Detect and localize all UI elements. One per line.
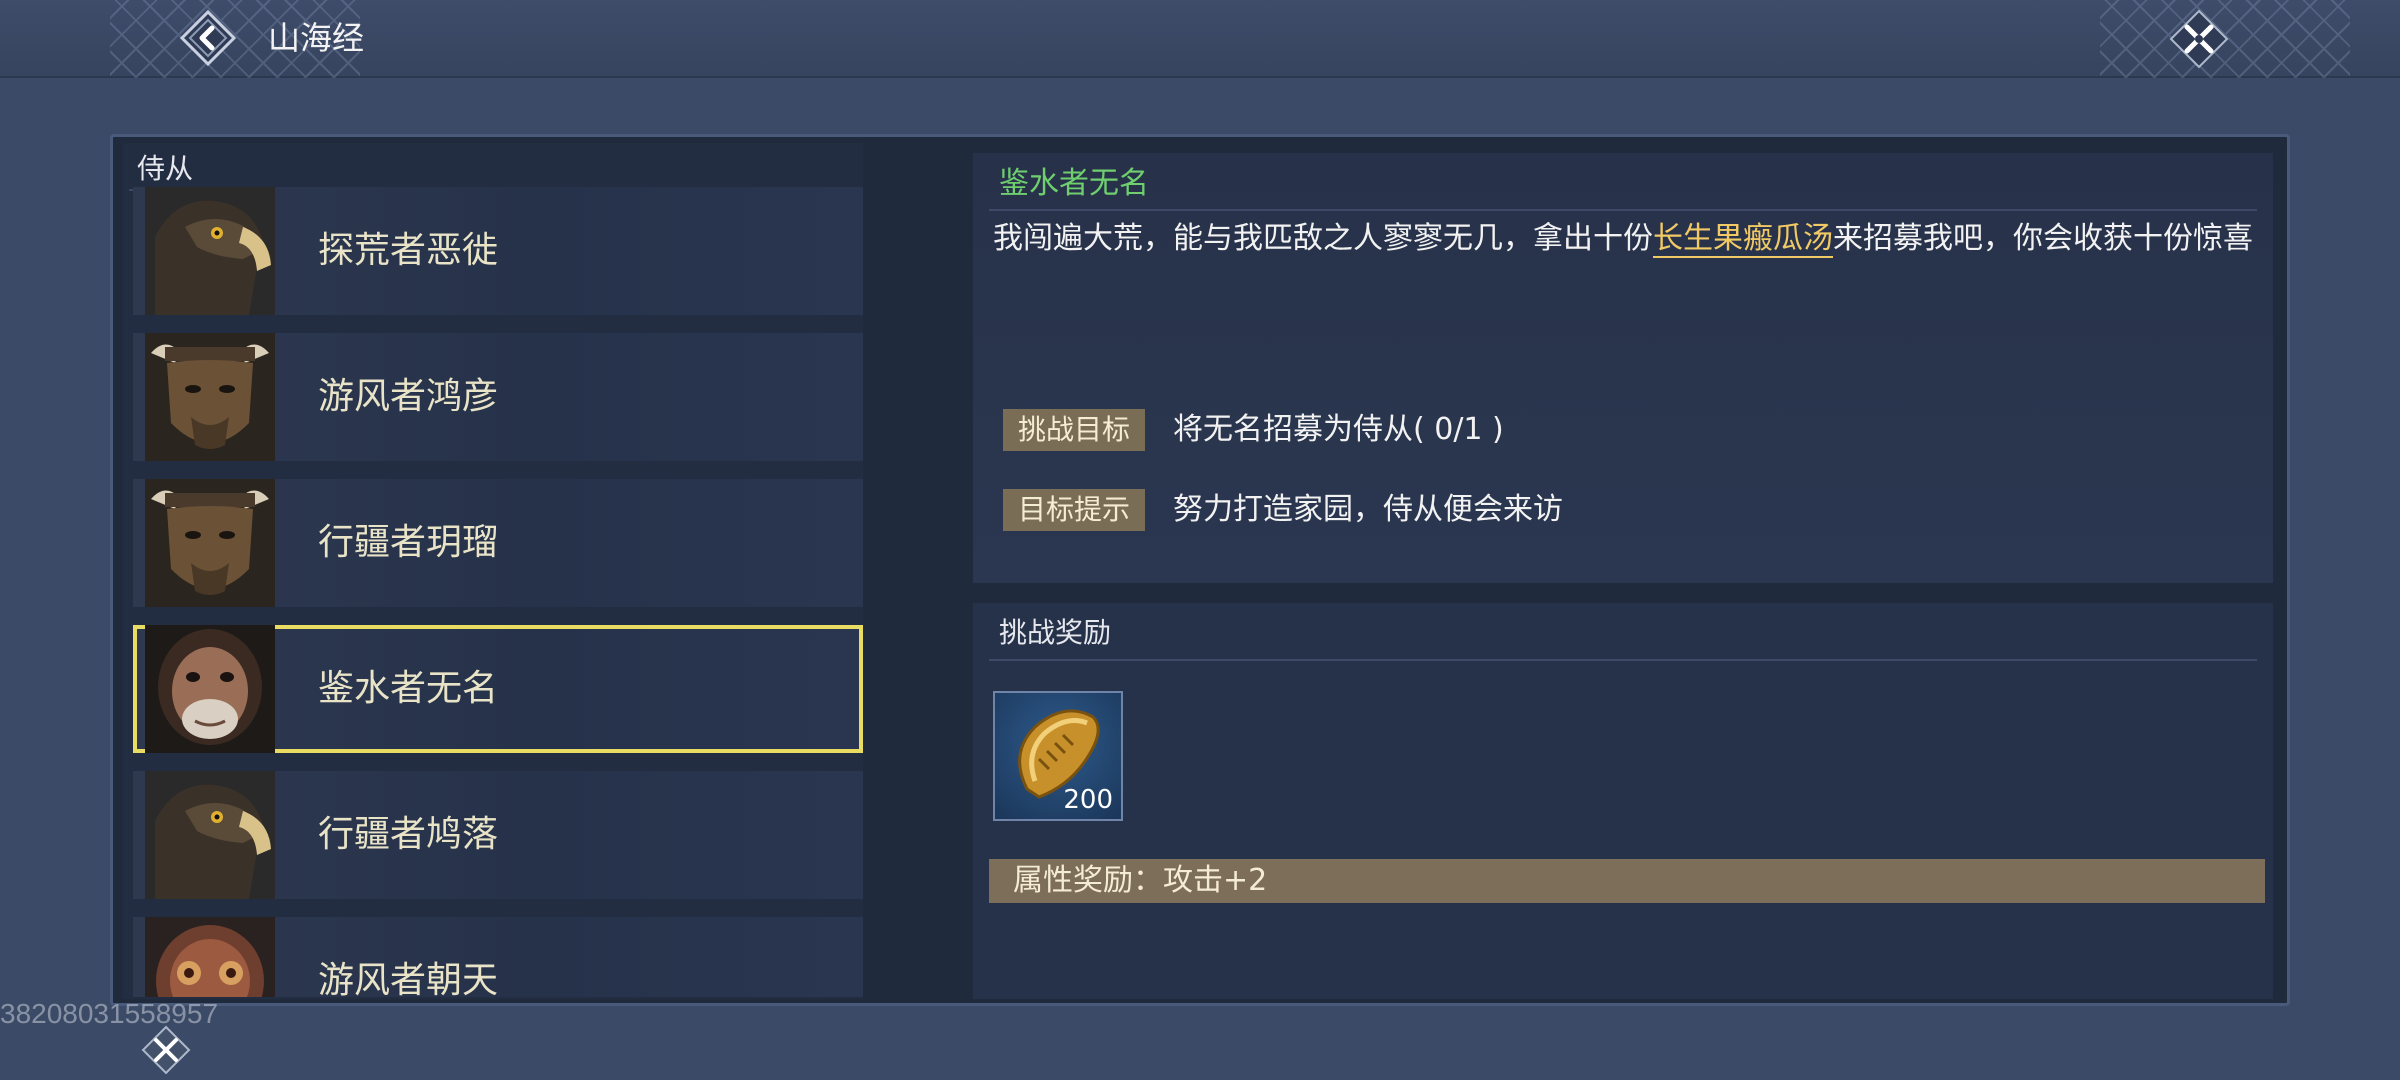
reward-title: 挑战奖励 xyxy=(999,616,1112,649)
attribute-reward-text: 属性奖励：攻击+2 xyxy=(1013,863,1268,898)
main-panel: 侍从 探荒者恶徙 游风者鸿彦 行疆者玥瑠 鉴水者无名 行疆者鸠落 游风者朝天 鉴… xyxy=(110,134,2290,1006)
minotaur-portrait-icon xyxy=(145,479,275,607)
highlighted-item-link[interactable]: 长生果瘢瓜汤 xyxy=(1653,221,1833,258)
followers-header: 侍从 xyxy=(137,152,194,185)
beetle-portrait-icon xyxy=(145,917,275,997)
reward-panel: 挑战奖励 200 属性奖励：攻击+2 xyxy=(973,603,2273,999)
list-item-selected[interactable]: 鉴水者无名 xyxy=(133,625,863,753)
followers-list[interactable]: 探荒者恶徙 游风者鸿彦 行疆者玥瑠 鉴水者无名 行疆者鸠落 游风者朝天 xyxy=(133,187,863,997)
back-arrow-icon xyxy=(179,9,237,67)
divider xyxy=(989,209,2257,211)
list-item[interactable]: 行疆者鸠落 xyxy=(133,771,863,899)
eagle-portrait-icon xyxy=(145,187,275,315)
follower-name: 探荒者恶徙 xyxy=(318,230,499,271)
challenge-goal-tag: 挑战目标 xyxy=(1003,409,1145,451)
reward-item-slot[interactable]: 200 xyxy=(993,691,1123,821)
goal-hint-tag: 目标提示 xyxy=(1003,489,1145,531)
follower-name: 游风者朝天 xyxy=(318,960,499,997)
list-item[interactable]: 游风者朝天 xyxy=(133,917,863,997)
follower-name: 行疆者鸠落 xyxy=(318,814,499,855)
goal-hint-text: 努力打造家园，侍从便会来访 xyxy=(1173,492,1563,527)
back-button[interactable] xyxy=(178,8,238,68)
floating-close-button[interactable] xyxy=(140,1024,192,1076)
attribute-reward-bar: 属性奖励：攻击+2 xyxy=(989,859,2265,903)
follower-name: 鉴水者无名 xyxy=(318,668,499,709)
follower-name: 行疆者玥瑠 xyxy=(318,522,499,563)
detail-panel: 鉴水者无名 我闯遍大荒，能与我匹敌之人寥寥无几，拿出十份长生果瘢瓜汤来招募我吧，… xyxy=(973,153,2273,583)
close-button[interactable] xyxy=(2168,8,2230,70)
reward-item-count: 200 xyxy=(1063,785,1113,815)
follower-name: 游风者鸿彦 xyxy=(318,376,499,417)
eagle-portrait-icon xyxy=(145,771,275,899)
description-text: 来招募我吧，你会收获十份惊喜 xyxy=(1833,221,2253,256)
description-text: 我闯遍大荒，能与我匹敌之人寥寥无几，拿出十份 xyxy=(993,221,1653,256)
npc-description: 我闯遍大荒，能与我匹敌之人寥寥无几，拿出十份长生果瘢瓜汤来招募我吧，你会收获十份… xyxy=(993,217,2263,261)
challenge-goal-text: 将无名招募为侍从( 0/1 ) xyxy=(1173,412,1504,447)
close-x-icon xyxy=(2169,9,2229,69)
ape-portrait-icon xyxy=(145,625,275,753)
list-item[interactable]: 行疆者玥瑠 xyxy=(133,479,863,607)
list-item[interactable]: 探荒者恶徙 xyxy=(133,187,863,315)
list-item[interactable]: 游风者鸿彦 xyxy=(133,333,863,461)
divider xyxy=(989,659,2257,661)
npc-name: 鉴水者无名 xyxy=(999,166,1149,201)
minotaur-portrait-icon xyxy=(145,333,275,461)
followers-panel: 侍从 探荒者恶徙 游风者鸿彦 行疆者玥瑠 鉴水者无名 行疆者鸠落 游风者朝天 xyxy=(123,143,863,999)
page-title: 山海经 xyxy=(268,19,365,57)
top-bar: 山海经 xyxy=(0,0,2400,78)
close-x-icon xyxy=(141,1025,191,1075)
